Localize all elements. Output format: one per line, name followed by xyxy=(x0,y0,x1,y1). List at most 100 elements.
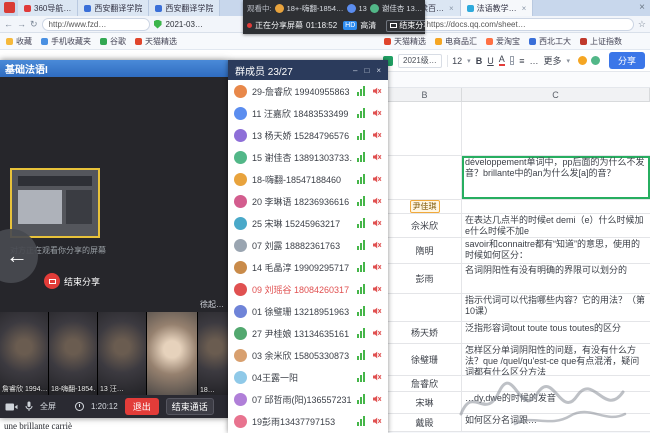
mic-level-icon[interactable] xyxy=(357,306,367,316)
question-cell[interactable] xyxy=(462,200,650,213)
student-name-cell[interactable] xyxy=(388,156,462,199)
mic-level-icon[interactable] xyxy=(357,328,367,338)
mic-level-icon[interactable] xyxy=(357,350,367,360)
mic-level-icon[interactable] xyxy=(357,262,367,272)
sheet-row[interactable]: 杨天娇 泛指形容词tout toute tous toutes的区分 xyxy=(378,322,650,344)
mic-level-icon[interactable] xyxy=(357,416,367,426)
url-input[interactable]: http://www.fzd… xyxy=(42,18,150,31)
speaker-muted-icon[interactable] xyxy=(372,416,382,426)
sheet-row[interactable]: 指示代词可以代指哪些内容？它的用法？（第10课） xyxy=(378,294,650,322)
student-name-cell[interactable] xyxy=(388,102,462,155)
student-name-cell[interactable]: 彭雨 xyxy=(388,264,462,293)
speaker-muted-icon[interactable] xyxy=(372,86,382,96)
member-row[interactable]: 03 余米欣 15805330873 xyxy=(228,344,388,366)
font-size-select[interactable]: 12 xyxy=(452,56,462,66)
bookmark-item[interactable]: 手机收藏夹 xyxy=(41,36,91,47)
browser-tab[interactable]: 法语教学… × xyxy=(461,0,534,16)
sheet-row[interactable]: 徐璧珊 怎样区分单词阴阳性的问题，有没有什么方法？que /quel/qu'es… xyxy=(378,344,650,376)
bookmark-item[interactable]: 爱淘宝 xyxy=(486,36,520,47)
member-row[interactable]: 19彭雨13437797153 xyxy=(228,410,388,432)
question-cell[interactable]: développement单词中，pp后面的为什么不发音？brillante中的… xyxy=(462,156,650,199)
end-call-button[interactable]: 结束通话 xyxy=(166,398,214,415)
video-tile[interactable]: 18-嗨翻-1854… xyxy=(49,312,97,395)
column-header-b[interactable]: B xyxy=(388,88,462,101)
fullscreen-button[interactable]: 全屏 xyxy=(40,401,56,412)
close-icon[interactable]: × xyxy=(376,66,381,75)
speaker-muted-icon[interactable] xyxy=(372,108,382,118)
bookmark-item[interactable]: 天猫精选 xyxy=(384,36,426,47)
sheet-row[interactable]: développement单词中，pp后面的为什么不发音？brillante中的… xyxy=(378,156,650,200)
sheet-row[interactable]: 彭雨 名词阴阳性有没有明确的界限可以划分的 xyxy=(378,264,650,294)
mic-level-icon[interactable] xyxy=(357,284,367,294)
browser-tab[interactable]: 西安翻译学院 xyxy=(149,0,220,16)
bold-button[interactable]: B xyxy=(476,56,483,66)
favorite-star-icon[interactable]: ☆ xyxy=(638,19,646,30)
question-cell[interactable]: 名词阴阳性有没有明确的界限可以划分的 xyxy=(462,264,650,293)
mic-level-icon[interactable] xyxy=(357,240,367,250)
member-row[interactable]: 13 杨天娇 15284796576 xyxy=(228,124,388,146)
mic-level-icon[interactable] xyxy=(357,174,367,184)
question-cell[interactable] xyxy=(462,102,650,155)
more-button[interactable]: 更多 xyxy=(543,54,561,67)
sheet-row[interactable]: 隋明 savoir和connaitre都有“知道”的意思，使用的时候如何区分： xyxy=(378,238,650,264)
member-row[interactable]: 09 刘瑶谷 18084260317 xyxy=(228,278,388,300)
student-name-cell[interactable]: 隋明 xyxy=(388,238,462,263)
member-row[interactable]: 14 毛晶淳 19909295717 xyxy=(228,256,388,278)
sheet-row[interactable]: 佘米欣 在表达几点半的时候et demi（e）什么时候加e什么时候不加e xyxy=(378,214,650,238)
viewer-chip[interactable]: 18+-嗨翻-1854… xyxy=(275,3,344,14)
student-name-cell[interactable]: 戴殿 xyxy=(388,414,462,431)
student-name-cell[interactable]: 佘米欣 xyxy=(388,214,462,237)
maximize-icon[interactable]: □ xyxy=(364,66,369,75)
end-share-button[interactable]: 结束分享 xyxy=(386,20,425,32)
font-color-button[interactable]: A xyxy=(499,55,505,66)
speaker-muted-icon[interactable] xyxy=(372,372,382,382)
column-header-c[interactable]: C xyxy=(462,88,650,101)
student-name-cell[interactable]: 詹睿欣 xyxy=(388,376,462,391)
align-icon[interactable]: ≡ xyxy=(519,56,524,66)
student-name-cell[interactable]: 尹佳琪 xyxy=(388,200,462,213)
speaker-muted-icon[interactable] xyxy=(372,174,382,184)
bookmark-item[interactable]: 电商品汇 xyxy=(435,36,477,47)
tab-close-icon[interactable]: × xyxy=(522,4,527,13)
question-cell[interactable]: 泛指形容词tout toute tous toutes的区分 xyxy=(462,322,650,343)
exit-button[interactable]: 退出 xyxy=(125,398,159,415)
question-cell[interactable]: 怎样区分单词阴阳性的问题，有没有什么方法？que /quel/qu'est-ce… xyxy=(462,344,650,375)
bookmark-item[interactable]: 西北工大 xyxy=(529,36,571,47)
browser-logo-icon[interactable] xyxy=(4,2,15,13)
speaker-muted-icon[interactable] xyxy=(372,196,382,206)
speaker-muted-icon[interactable] xyxy=(372,130,382,140)
mic-icon[interactable] xyxy=(25,401,33,412)
minimize-icon[interactable]: – xyxy=(353,66,357,75)
mic-level-icon[interactable] xyxy=(357,372,367,382)
video-tile[interactable]: 18… xyxy=(198,312,228,395)
member-row[interactable]: 18-嗨翻-18547188460 xyxy=(228,168,388,190)
more-dots-icon[interactable]: … xyxy=(529,56,538,66)
member-row[interactable]: 15 谢佳杏 13891303733… xyxy=(228,146,388,168)
url-input[interactable]: https://docs.qq.com/sheet… xyxy=(420,18,634,31)
quality-label[interactable]: 高清 xyxy=(360,20,376,31)
member-row[interactable]: 07 邱哲雨(阳)13655723157 xyxy=(228,388,388,410)
viewer-chip[interactable]: 13 xyxy=(347,4,367,13)
bookmark-item[interactable]: 收藏 xyxy=(6,36,32,47)
student-name-cell[interactable] xyxy=(388,294,462,321)
speaker-muted-icon[interactable] xyxy=(372,328,382,338)
speaker-muted-icon[interactable] xyxy=(372,394,382,404)
shared-screen-preview[interactable] xyxy=(10,168,100,238)
mic-level-icon[interactable] xyxy=(357,130,367,140)
speaker-muted-icon[interactable] xyxy=(372,218,382,228)
mic-level-icon[interactable] xyxy=(357,152,367,162)
question-cell[interactable]: 指示代词可以代指哪些内容？它的用法？（第10课） xyxy=(462,294,650,321)
sheet-row[interactable]: 尹佳琪 xyxy=(378,200,650,214)
member-row[interactable]: 29-詹睿欣 19940955863 xyxy=(228,80,388,102)
speaker-muted-icon[interactable] xyxy=(372,306,382,316)
speaker-muted-icon[interactable] xyxy=(372,350,382,360)
member-row[interactable]: 04王露一阳 xyxy=(228,366,388,388)
bookmark-item[interactable]: 天猫精选 xyxy=(135,36,177,47)
mic-level-icon[interactable] xyxy=(357,108,367,118)
browser-tab[interactable]: 360导航… xyxy=(18,0,78,16)
tab-close-icon[interactable]: × xyxy=(449,4,454,13)
video-tile[interactable]: 詹睿欣 1994… xyxy=(0,312,48,395)
back-icon[interactable]: ← xyxy=(4,19,13,29)
sheet-row[interactable] xyxy=(378,102,650,156)
mic-level-icon[interactable] xyxy=(357,86,367,96)
